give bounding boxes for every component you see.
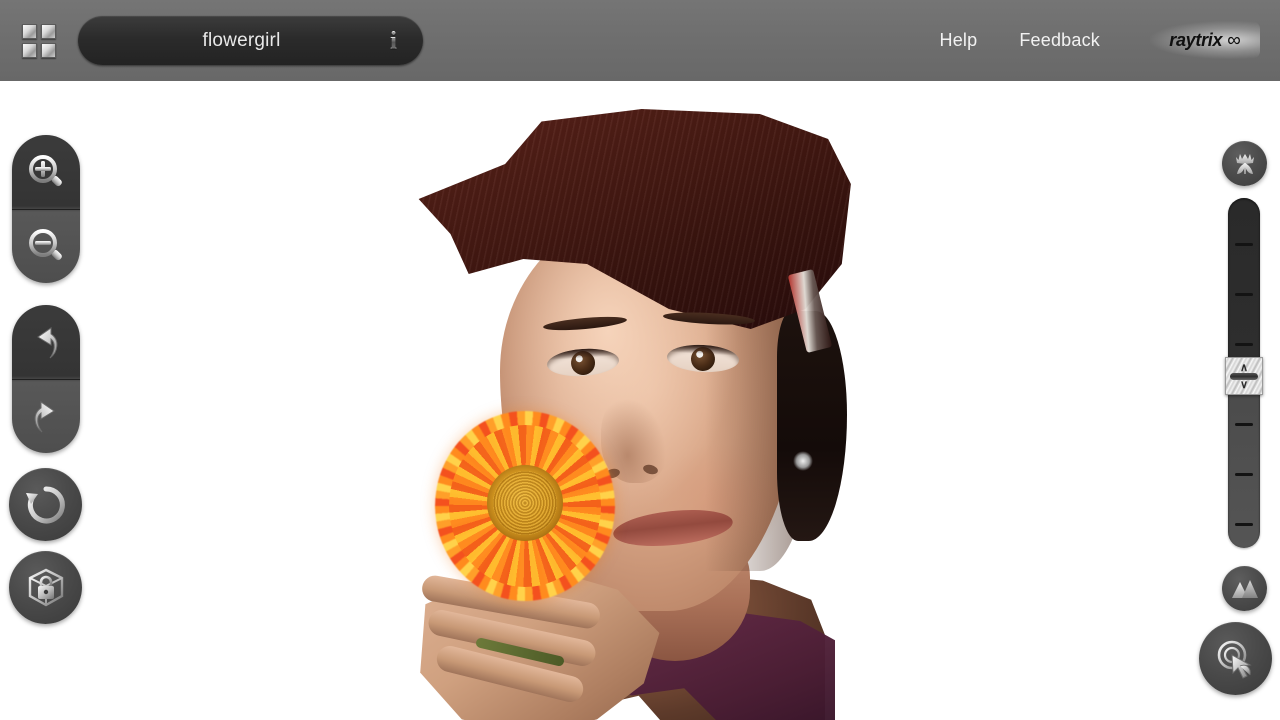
redo-arrow-icon — [34, 401, 55, 433]
app-header: flowergirl i Help Feedback raytrix ∞ — [0, 0, 1280, 81]
project-title-pill[interactable]: flowergirl i — [78, 16, 423, 65]
slider-tick — [1235, 523, 1253, 526]
zoom-group — [12, 135, 80, 283]
magnifier-minus-icon — [29, 229, 62, 261]
slider-tick — [1235, 343, 1253, 346]
brand-name: raytrix — [1169, 29, 1223, 50]
grid-square-4 — [41, 43, 56, 58]
slider-tick — [1235, 243, 1253, 246]
rendered-subject — [405, 91, 875, 720]
gerbera-flower — [435, 411, 615, 601]
page-title: flowergirl — [202, 29, 281, 51]
zoom-in-button[interactable] — [12, 135, 80, 209]
magnifier-plus-icon — [29, 155, 62, 187]
light-field-3d-viewport[interactable] — [0, 81, 1280, 720]
grid-square-2 — [41, 24, 56, 39]
hand-click-focus-icon — [1217, 640, 1252, 679]
slider-tick — [1235, 423, 1253, 426]
infinity-symbol-icon: ∞ — [1222, 23, 1248, 51]
lock-view-button[interactable] — [9, 551, 82, 624]
infinity-focus-button[interactable] — [1222, 566, 1267, 611]
macro-focus-button[interactable] — [1222, 141, 1267, 186]
redo-button[interactable] — [12, 379, 80, 453]
grid-square-1 — [22, 24, 37, 39]
history-group — [12, 305, 80, 453]
info-icon[interactable]: i — [390, 28, 397, 53]
feedback-link[interactable]: Feedback — [1019, 30, 1100, 51]
zoom-out-button[interactable] — [12, 209, 80, 283]
flower-center — [487, 465, 563, 541]
grid-square-3 — [22, 43, 37, 58]
chevron-up-icon: ∧ — [1239, 361, 1249, 374]
chevron-down-icon: ∨ — [1239, 378, 1249, 391]
reset-view-button[interactable] — [9, 468, 82, 541]
click-to-focus-button[interactable] — [1199, 622, 1272, 695]
help-link[interactable]: Help — [940, 30, 978, 51]
undo-arrow-icon — [37, 327, 58, 359]
mountains-landscape-icon — [1231, 579, 1258, 598]
raytrix-logo[interactable]: raytrix ∞ — [1150, 21, 1260, 59]
slider-tick — [1235, 473, 1253, 476]
grid-apps-icon[interactable] — [22, 24, 56, 58]
undo-button[interactable] — [12, 305, 80, 379]
focus-slider-handle[interactable]: ∧ ∨ — [1225, 357, 1263, 395]
slider-tick — [1235, 293, 1253, 296]
subject-earring — [793, 451, 813, 471]
circular-arrow-reset-icon — [25, 485, 65, 523]
cube-lock-icon — [28, 568, 63, 606]
raytrix-viewer-app: flowergirl i Help Feedback raytrix ∞ ∧ ∨ — [0, 0, 1280, 720]
flower-macro-icon — [1235, 153, 1254, 174]
header-nav: Help Feedback — [940, 0, 1100, 81]
